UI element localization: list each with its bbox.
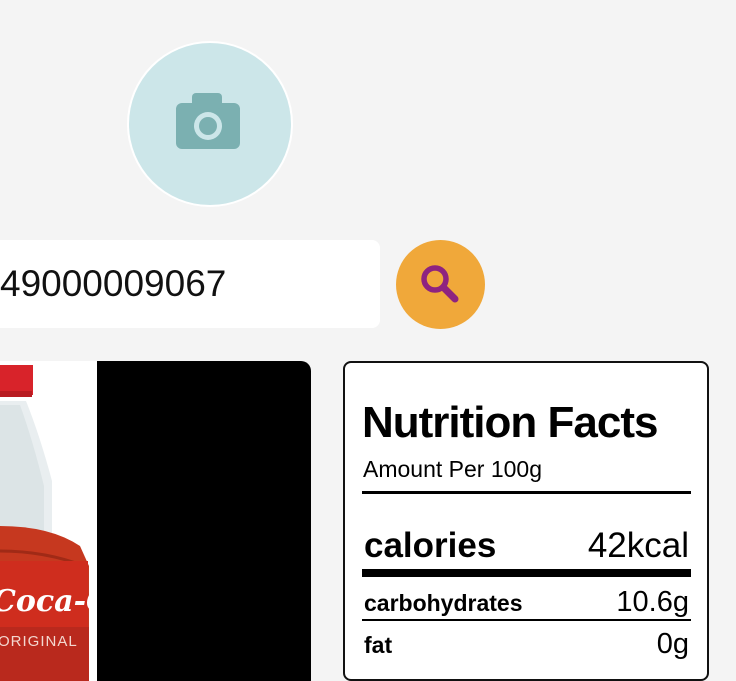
nutrient-value: 0g [656,628,689,660]
nutrient-label: fat [364,632,393,658]
nutrient-label: calories [364,526,497,565]
nutrient-label: carbohydrates [364,590,523,616]
bottle-label: Coca-Cola ORIGINAL [0,584,97,650]
brand-text: Coca-Cola [0,584,97,619]
divider-thin [362,491,691,494]
nutrition-facts-card: Nutrition Facts Amount Per 100g calories… [343,361,709,681]
nutrient-value: 42kcal [587,526,689,565]
product-image: Coca-Cola ORIGINAL [0,361,311,681]
nutrient-row-calories: calories 42kcal [364,526,689,566]
search-icon [421,265,459,303]
nutrient-value: 10.6g [616,586,689,618]
nutrient-row-carbohydrates: carbohydrates 10.6g [364,586,689,619]
camera-icon [176,93,240,149]
barcode-input[interactable] [0,240,370,328]
camera-button[interactable] [129,43,291,205]
divider-thin [362,619,691,621]
nutrition-title: Nutrition Facts [362,398,658,447]
barcode-field [0,240,380,328]
label-text: ORIGINAL [0,633,78,650]
search-button[interactable] [396,240,485,329]
divider-thick [362,569,691,577]
product-photo: Coca-Cola ORIGINAL [0,361,97,681]
serving-size: Amount Per 100g [363,456,543,482]
nutrient-row-fat: fat 0g [364,628,689,661]
